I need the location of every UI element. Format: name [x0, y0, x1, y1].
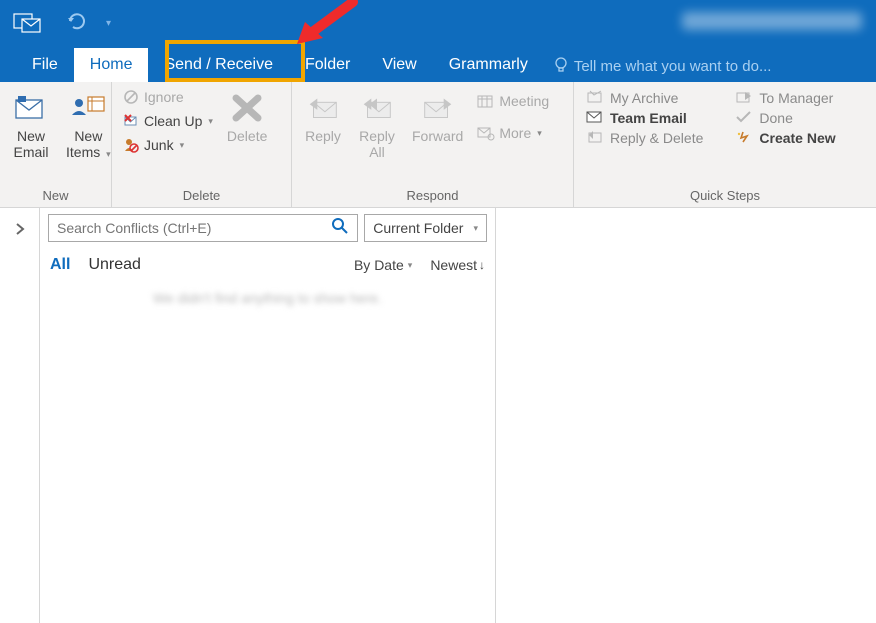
qs-create-new[interactable]: Create New: [729, 130, 841, 146]
group-label-delete: Delete: [118, 188, 285, 205]
app-icon: [10, 8, 46, 38]
ribbon-group-new: New Email New Items ▾ New: [0, 82, 112, 207]
reply-delete-icon: [586, 130, 604, 146]
new-items-icon: [69, 90, 107, 126]
reply-all-button[interactable]: Reply All: [352, 86, 402, 188]
search-input[interactable]: [57, 220, 331, 236]
ribbon-group-quicksteps: My Archive Team Email Reply & Delete To …: [574, 82, 876, 207]
delete-icon: [228, 90, 266, 126]
filter-all[interactable]: All: [50, 256, 70, 274]
new-email-button[interactable]: New Email: [6, 86, 56, 188]
tell-me-placeholder: Tell me what you want to do...: [574, 58, 772, 75]
forward-button[interactable]: Forward: [406, 86, 469, 188]
new-email-icon: [12, 90, 50, 126]
empty-message: We didn't find anything to show here.: [40, 280, 495, 316]
qs-to-manager-label: To Manager: [759, 90, 833, 106]
bulb-icon: [554, 57, 568, 76]
nav-pane-collapsed: [0, 208, 40, 623]
new-items-label: New Items ▾: [66, 128, 111, 162]
cleanup-button[interactable]: Clean Up▾: [118, 110, 217, 132]
junk-label: Junk: [144, 137, 174, 153]
qs-to-manager[interactable]: To Manager: [729, 90, 841, 106]
reply-label: Reply: [305, 128, 341, 144]
search-box[interactable]: [48, 214, 358, 242]
tab-send-receive[interactable]: Send / Receive: [148, 48, 289, 82]
forward-icon: [419, 90, 457, 126]
ribbon-group-delete: Ignore Clean Up▾ Junk▾ Delete Delete: [112, 82, 292, 207]
message-list-pane: Current Folder ▾ All Unread By Date ▾ Ne…: [40, 208, 496, 623]
ribbon-group-respond: Reply Reply All Forward Meeting More▾: [292, 82, 574, 207]
junk-button[interactable]: Junk▾: [118, 134, 217, 156]
expand-nav-chevron-icon[interactable]: [14, 222, 26, 623]
tab-home[interactable]: Home: [74, 48, 149, 82]
qs-my-archive[interactable]: My Archive: [580, 90, 709, 106]
tab-file[interactable]: File: [16, 48, 74, 82]
sort-by-date[interactable]: By Date ▾: [354, 257, 412, 273]
title-bar: ▾: [0, 0, 876, 46]
ribbon: New Email New Items ▾ New Ignore Clean U…: [0, 82, 876, 208]
forward-label: Forward: [412, 128, 463, 144]
search-icon[interactable]: [331, 217, 349, 240]
to-manager-icon: [735, 90, 753, 106]
done-icon: [735, 110, 753, 126]
group-label-new: New: [6, 188, 105, 205]
reading-pane: [496, 208, 876, 623]
ignore-label: Ignore: [144, 89, 184, 105]
meeting-icon: [477, 92, 495, 110]
reply-all-label: Reply All: [359, 128, 395, 160]
group-label-quicksteps: Quick Steps: [580, 188, 870, 205]
tab-folder[interactable]: Folder: [289, 48, 366, 82]
content-row: Current Folder ▾ All Unread By Date ▾ Ne…: [0, 208, 876, 623]
undo-icon[interactable]: [66, 12, 86, 35]
meeting-label: Meeting: [499, 93, 549, 109]
qs-create-new-label: Create New: [759, 130, 835, 146]
new-email-label: New Email: [13, 128, 48, 160]
filter-row: All Unread By Date ▾ Newest ↓: [40, 250, 495, 280]
cleanup-icon: [122, 112, 140, 130]
qs-reply-delete-label: Reply & Delete: [610, 130, 703, 146]
search-scope-dropdown[interactable]: Current Folder ▾: [364, 214, 487, 242]
junk-icon: [122, 136, 140, 154]
cleanup-label: Clean Up: [144, 113, 202, 129]
more-button[interactable]: More▾: [473, 122, 553, 144]
ribbon-tabs: File Home Send / Receive Folder View Gra…: [0, 46, 876, 82]
ignore-icon: [122, 88, 140, 106]
tell-me-search[interactable]: Tell me what you want to do...: [544, 51, 782, 82]
qs-reply-delete[interactable]: Reply & Delete: [580, 130, 709, 146]
create-new-icon: [735, 130, 753, 146]
reply-all-icon: [358, 90, 396, 126]
team-email-icon: [586, 110, 604, 126]
qs-my-archive-label: My Archive: [610, 90, 678, 106]
filter-unread[interactable]: Unread: [88, 256, 140, 274]
qs-done-label: Done: [759, 110, 792, 126]
tab-grammarly[interactable]: Grammarly: [433, 48, 544, 82]
qs-team-email-label: Team Email: [610, 110, 687, 126]
qs-team-email[interactable]: Team Email: [580, 110, 709, 126]
delete-button[interactable]: Delete: [221, 86, 273, 188]
more-icon: [477, 124, 495, 142]
search-scope-label: Current Folder: [373, 220, 463, 236]
reply-button[interactable]: Reply: [298, 86, 348, 188]
tab-view[interactable]: View: [366, 48, 432, 82]
archive-icon: [586, 90, 604, 106]
chevron-down-icon: ▾: [473, 223, 478, 234]
meeting-button[interactable]: Meeting: [473, 90, 553, 112]
qat-customize-icon[interactable]: ▾: [106, 18, 111, 29]
delete-label: Delete: [227, 128, 267, 144]
group-label-respond: Respond: [298, 188, 567, 205]
reply-icon: [304, 90, 342, 126]
sort-newest[interactable]: Newest ↓: [430, 257, 485, 273]
ignore-button[interactable]: Ignore: [118, 86, 217, 108]
window-title-blurred: [682, 12, 862, 30]
new-items-button[interactable]: New Items ▾: [60, 86, 117, 188]
qs-done[interactable]: Done: [729, 110, 841, 126]
more-label: More: [499, 125, 531, 141]
